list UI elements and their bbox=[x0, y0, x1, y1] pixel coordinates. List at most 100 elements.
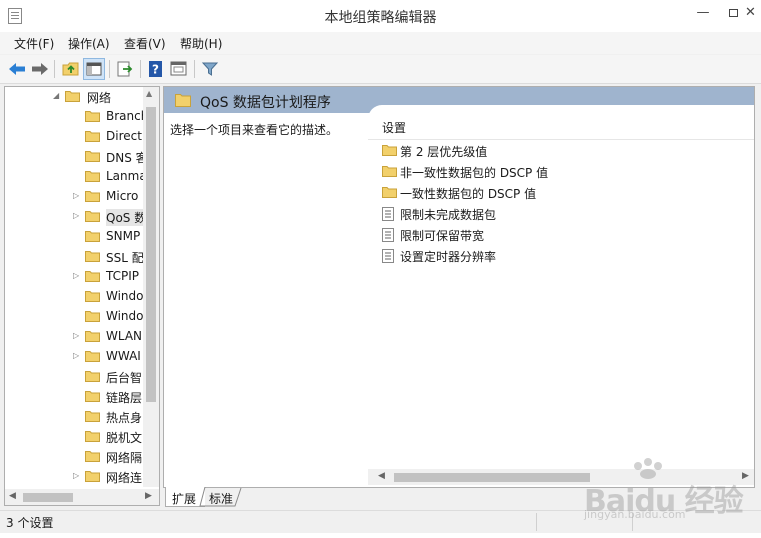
window-bottom-border bbox=[0, 533, 761, 538]
folder-icon bbox=[85, 251, 100, 262]
list-item-label: 设置定时器分辨率 bbox=[400, 250, 497, 264]
folder-icon bbox=[85, 331, 100, 342]
tree-horizontal-scrollbar[interactable]: ◀ ▶ bbox=[5, 489, 159, 505]
back-arrow-icon[interactable] bbox=[6, 58, 28, 80]
tree-item[interactable]: ▷ TCPIP bbox=[5, 267, 145, 287]
close-button[interactable]: ✕ bbox=[740, 0, 761, 26]
status-text: 3 个设置 bbox=[6, 516, 54, 530]
list-item-label: 限制可保留带宽 bbox=[400, 229, 485, 243]
tree-item[interactable]: ▷ Micro bbox=[5, 187, 145, 207]
show-hide-tree-icon[interactable] bbox=[83, 58, 105, 80]
folder-icon bbox=[382, 187, 397, 198]
menu-action[interactable]: 操作(A) bbox=[68, 35, 110, 52]
tree-item[interactable]: ▷ 网络连 bbox=[5, 467, 145, 487]
help-icon[interactable]: ? bbox=[145, 58, 167, 80]
folder-icon bbox=[175, 94, 191, 107]
collapsed-arrow-icon[interactable]: ▷ bbox=[73, 211, 81, 221]
tree-item-label: SNMP bbox=[106, 229, 141, 243]
folder-icon bbox=[85, 131, 100, 142]
tree-item[interactable]: Lanma bbox=[5, 167, 145, 187]
up-folder-icon[interactable] bbox=[60, 58, 82, 80]
tree-item-label: 链路层 bbox=[106, 391, 143, 405]
menu-bar: 文件(F) 操作(A) 查看(V) 帮助(H) bbox=[0, 32, 761, 54]
tree-item[interactable]: 热点身 bbox=[5, 407, 145, 427]
tab-standard[interactable]: 标准 bbox=[205, 487, 239, 507]
folder-open-icon bbox=[85, 211, 100, 222]
toolbar-separator bbox=[194, 60, 195, 78]
details-pane: QoS 数据包计划程序 选择一个项目来查看它的描述。 设置 第 2 层优先级值 … bbox=[163, 86, 755, 488]
tree-item-label: Windo bbox=[106, 309, 144, 323]
toolbar-separator bbox=[109, 60, 110, 78]
folder-icon bbox=[85, 191, 100, 202]
collapsed-arrow-icon[interactable]: ▷ bbox=[73, 471, 81, 481]
folder-icon bbox=[85, 371, 100, 382]
policy-setting-icon bbox=[382, 249, 394, 263]
folder-icon bbox=[85, 231, 100, 242]
tree-item-label: 网络 bbox=[87, 91, 112, 105]
folder-icon bbox=[85, 311, 100, 322]
watermark-subtext: jingyan.baidu.com bbox=[584, 508, 686, 521]
menu-file[interactable]: 文件(F) bbox=[14, 35, 54, 52]
tree-item[interactable]: DNS 客 bbox=[5, 147, 145, 167]
baidu-watermark: Baidu 经验 jingyan.baidu.com bbox=[584, 458, 754, 522]
tree-item-label: Windo bbox=[106, 289, 144, 303]
scroll-left-arrow-icon[interactable]: ◀ bbox=[378, 471, 385, 481]
scroll-up-arrow-icon[interactable]: ▲ bbox=[146, 89, 152, 98]
tree-item[interactable]: 后台智 bbox=[5, 367, 145, 387]
properties-icon[interactable] bbox=[168, 58, 190, 80]
minimize-button[interactable]: — bbox=[688, 0, 718, 26]
view-tabs: 扩展 标准 bbox=[165, 487, 565, 507]
settings-list[interactable]: 设置 第 2 层优先级值 非一致性数据包的 DSCP 值 一致性数据包的 DSC… bbox=[368, 105, 754, 487]
menu-view[interactable]: 查看(V) bbox=[124, 35, 166, 52]
toolbar: ? bbox=[0, 55, 761, 84]
tree-item[interactable]: ◢ 网络 bbox=[5, 87, 145, 107]
filter-icon[interactable] bbox=[199, 58, 221, 80]
export-list-icon[interactable] bbox=[114, 58, 136, 80]
window-title: 本地组策略编辑器 bbox=[324, 10, 437, 26]
tree-item-label: 后台智 bbox=[106, 371, 143, 385]
tree-vertical-scrollbar[interactable]: ▲ bbox=[143, 87, 159, 487]
collapsed-arrow-icon[interactable]: ▷ bbox=[73, 331, 81, 341]
collapsed-arrow-icon[interactable]: ▷ bbox=[73, 351, 81, 361]
list-item-label: 限制未完成数据包 bbox=[400, 208, 497, 222]
tree-item[interactable]: ▷ WWAI bbox=[5, 347, 145, 367]
scroll-right-arrow-icon[interactable]: ▶ bbox=[145, 491, 152, 501]
tree-item-label: QoS 数 bbox=[106, 209, 145, 226]
tree-item-selected[interactable]: ▷ QoS 数 bbox=[5, 207, 145, 227]
scrollbar-thumb[interactable] bbox=[146, 107, 156, 402]
tree-item[interactable]: 网络隔 bbox=[5, 447, 145, 467]
tree-item[interactable]: SNMP bbox=[5, 227, 145, 247]
title-bar: 本地组策略编辑器 — ✕ bbox=[0, 0, 761, 32]
details-title: QoS 数据包计划程序 bbox=[200, 95, 331, 111]
tree-item-label: Lanma bbox=[106, 169, 145, 183]
scroll-left-arrow-icon[interactable]: ◀ bbox=[9, 491, 16, 501]
tree-pane[interactable]: ◢ 网络 Branch Direct DNS 客 Lanma ▷ Micro ▷… bbox=[4, 86, 160, 506]
tree-item[interactable]: 脱机文 bbox=[5, 427, 145, 447]
expanded-arrow-icon[interactable]: ◢ bbox=[53, 91, 61, 101]
scrollbar-thumb[interactable] bbox=[394, 473, 590, 482]
tree-item[interactable]: ▷ WLAN bbox=[5, 327, 145, 347]
tree-item[interactable]: Windo bbox=[5, 307, 145, 327]
collapsed-arrow-icon[interactable]: ▷ bbox=[73, 271, 81, 281]
scrollbar-thumb[interactable] bbox=[23, 493, 73, 502]
toolbar-separator bbox=[140, 60, 141, 78]
tree-item-label: 网络连 bbox=[106, 471, 143, 485]
menu-help[interactable]: 帮助(H) bbox=[180, 35, 222, 52]
tree-item-label: Micro bbox=[106, 189, 139, 203]
column-header-setting[interactable]: 设置 bbox=[382, 119, 406, 136]
folder-icon bbox=[85, 271, 100, 282]
tree-item[interactable]: Branch bbox=[5, 107, 145, 127]
tree-item[interactable]: Windo bbox=[5, 287, 145, 307]
folder-icon bbox=[85, 291, 100, 302]
tree-item[interactable]: SSL 配 bbox=[5, 247, 145, 267]
tree-item[interactable]: Direct bbox=[5, 127, 145, 147]
tree-item-label: Branch bbox=[106, 109, 145, 123]
tree-item-label: DNS 客 bbox=[106, 151, 145, 165]
forward-arrow-icon[interactable] bbox=[29, 58, 51, 80]
collapsed-arrow-icon[interactable]: ▷ bbox=[73, 191, 81, 201]
tree-item-label: SSL 配 bbox=[106, 251, 144, 265]
tree-item-label: TCPIP bbox=[106, 269, 140, 283]
tree-item[interactable]: 链路层 bbox=[5, 387, 145, 407]
maximize-icon bbox=[728, 8, 738, 17]
folder-icon bbox=[85, 431, 100, 442]
